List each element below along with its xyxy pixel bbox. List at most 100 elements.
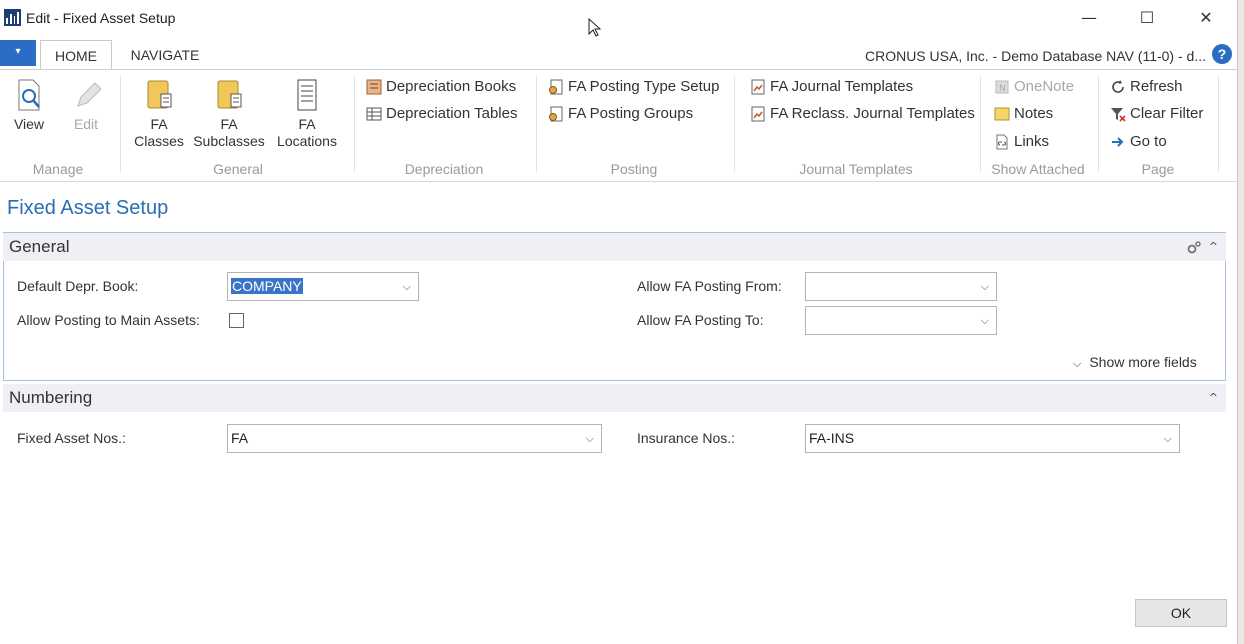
show-more-fields-link[interactable]: ⌵ Show more fields: [1073, 354, 1197, 371]
fa-classes-button[interactable]: FA Classes: [132, 78, 186, 150]
collapse-numbering-icon[interactable]: ^: [1209, 384, 1218, 412]
pencil-icon: [77, 82, 102, 107]
fixed-asset-nos-field[interactable]: FA ⌵: [227, 424, 602, 453]
go-to-label: Go to: [1130, 133, 1167, 150]
numbering-section-header[interactable]: Numbering ^: [3, 384, 1226, 412]
fixed-asset-nos-value: FA: [231, 430, 249, 446]
default-depr-book-field[interactable]: COMPANY ⌵: [227, 272, 419, 301]
clear-filter-label: Clear Filter: [1130, 105, 1204, 122]
fa-journal-templates-label: FA Journal Templates: [770, 78, 914, 95]
fa-posting-type-setup-button[interactable]: FA Posting Type Setup: [548, 78, 720, 95]
maximize-button[interactable]: ☐: [1136, 8, 1158, 28]
allow-fa-posting-to-field[interactable]: ⌵: [805, 306, 997, 335]
allow-fa-posting-from-label: Allow FA Posting From:: [637, 278, 782, 294]
edit-button[interactable]: Edit: [66, 78, 106, 133]
refresh-label: Refresh: [1130, 78, 1183, 95]
group-label-show-attached: Show Attached: [991, 161, 1085, 177]
chevron-down-icon: ⌵: [1163, 432, 1172, 445]
fa-subclasses-label-2: Subclasses: [193, 133, 265, 149]
fa-posting-groups-label: FA Posting Groups: [568, 105, 694, 122]
clear-filter-button[interactable]: Clear Filter: [1110, 105, 1203, 122]
go-to-button[interactable]: Go to: [1110, 133, 1167, 150]
fa-subclasses-icon: [217, 80, 242, 109]
minimize-button[interactable]: —: [1078, 8, 1100, 28]
notes-button[interactable]: Notes: [994, 105, 1053, 122]
group-label-depreciation: Depreciation: [404, 161, 484, 177]
clear-filter-icon: [1111, 107, 1126, 122]
posting-groups-icon: [549, 106, 563, 121]
help-icon[interactable]: ?: [1212, 44, 1232, 64]
svg-text:N: N: [999, 84, 1006, 94]
chevron-down-icon: ⌵: [980, 314, 989, 327]
company-name: CRONUS USA, Inc. - Demo Database NAV (11…: [864, 48, 1206, 64]
group-label-manage: Manage: [32, 161, 84, 177]
table-icon: [366, 107, 382, 120]
group-label-page: Page: [1141, 161, 1175, 177]
group-label-journal-templates: Journal Templates: [799, 161, 913, 177]
allow-fa-posting-from-field[interactable]: ⌵: [805, 272, 997, 301]
posting-setup-icon: [549, 79, 563, 94]
refresh-button[interactable]: Refresh: [1110, 78, 1183, 95]
page-title: Fixed Asset Setup: [7, 197, 169, 219]
insurance-nos-field[interactable]: FA-INS ⌵: [805, 424, 1180, 453]
fa-reclass-journal-templates-button[interactable]: FA Reclass. Journal Templates: [750, 105, 975, 122]
fa-posting-groups-button[interactable]: FA Posting Groups: [548, 105, 693, 122]
depreciation-books-button[interactable]: Depreciation Books: [366, 78, 516, 95]
background-strip: [1238, 0, 1244, 644]
allow-posting-main-assets-checkbox[interactable]: [229, 313, 244, 328]
chevron-down-icon: ⌵: [1073, 357, 1082, 370]
links-button[interactable]: Links: [994, 133, 1049, 150]
file-menu-button[interactable]: ▾: [0, 40, 36, 66]
divider: [1218, 76, 1219, 172]
depreciation-books-icon: [366, 79, 382, 94]
depreciation-tables-button[interactable]: Depreciation Tables: [366, 105, 517, 122]
app-icon: [4, 9, 21, 26]
view-icon: [18, 79, 40, 111]
notes-label: Notes: [1014, 105, 1054, 122]
tab-navigate[interactable]: NAVIGATE: [120, 40, 210, 70]
journal-template-icon: [751, 79, 765, 94]
default-depr-book-label: Default Depr. Book:: [17, 278, 139, 294]
fa-classes-icon: [147, 80, 172, 109]
fa-reclass-journal-templates-label: FA Reclass. Journal Templates: [770, 105, 975, 122]
ribbon: View Edit Manage FA Classes FA Subclasse…: [0, 69, 1237, 182]
notes-icon: [994, 107, 1010, 120]
fa-locations-label-1: FA: [298, 116, 316, 132]
fa-classes-label-1: FA: [150, 116, 168, 132]
group-label-general: General: [213, 161, 263, 177]
view-label: View: [13, 116, 45, 132]
fa-subclasses-button[interactable]: FA Subclasses: [192, 78, 266, 150]
fa-posting-type-setup-label: FA Posting Type Setup: [568, 78, 720, 95]
onenote-label: OneNote: [1014, 78, 1075, 95]
settings-gear-icon[interactable]: [1186, 240, 1202, 256]
fixed-asset-setup-window: Edit - Fixed Asset Setup — ☐ ✕ ▾ HOME NA…: [0, 0, 1238, 644]
general-section-header[interactable]: General ^: [3, 233, 1226, 261]
insurance-nos-label: Insurance Nos.:: [637, 430, 736, 446]
fa-locations-button[interactable]: FA Locations: [272, 78, 342, 150]
group-label-posting: Posting: [610, 161, 658, 177]
fixed-asset-nos-label: Fixed Asset Nos.:: [17, 430, 126, 446]
view-button[interactable]: View: [8, 78, 50, 133]
fa-journal-templates-button[interactable]: FA Journal Templates: [750, 78, 913, 95]
general-section-title: General: [9, 237, 70, 256]
ok-button[interactable]: OK: [1135, 599, 1227, 627]
chevron-down-icon: ⌵: [980, 280, 989, 293]
fa-subclasses-label-1: FA: [220, 116, 238, 132]
title-bar: Edit - Fixed Asset Setup — ☐ ✕: [0, 0, 1237, 36]
fa-classes-label-2: Classes: [134, 133, 184, 149]
default-depr-book-value: COMPANY: [231, 278, 303, 294]
divider: [734, 76, 735, 172]
divider: [1098, 76, 1099, 172]
ribbon-tabs: ▾ HOME NAVIGATE CRONUS USA, Inc. - Demo …: [0, 40, 1237, 70]
tab-home[interactable]: HOME: [40, 40, 112, 70]
depreciation-tables-label: Depreciation Tables: [386, 105, 518, 122]
divider: [120, 76, 121, 172]
collapse-general-icon[interactable]: ^: [1209, 233, 1218, 261]
edit-label: Edit: [73, 116, 99, 132]
mouse-cursor-icon: [588, 18, 602, 37]
close-button[interactable]: ✕: [1195, 8, 1217, 28]
window-title: Edit - Fixed Asset Setup: [26, 10, 176, 26]
arrow-right-icon: [1112, 136, 1124, 147]
onenote-button[interactable]: N OneNote: [994, 78, 1074, 95]
fa-locations-icon: [297, 79, 317, 111]
